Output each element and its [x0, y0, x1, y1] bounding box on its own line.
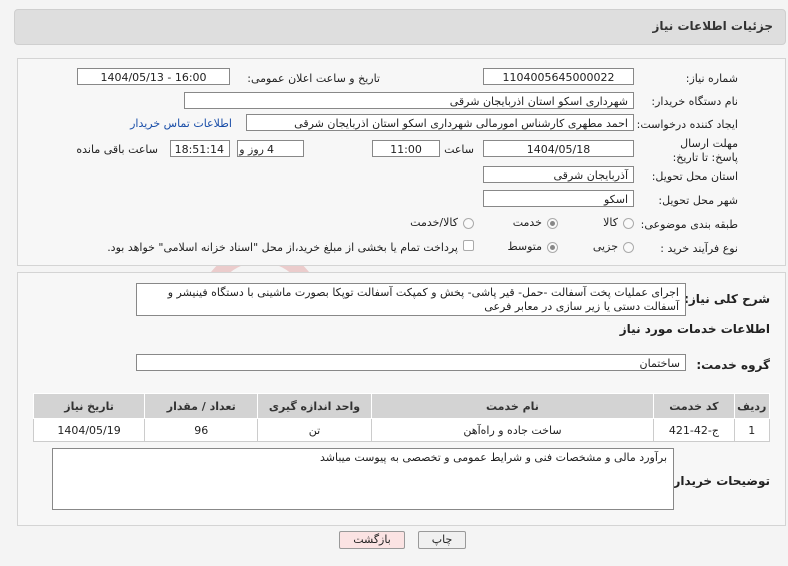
- cell-need-date: 1404/05/19: [32, 418, 146, 442]
- announce-field: 1404/05/13 - 16:00: [77, 68, 230, 85]
- service-group-field: ساختمان: [136, 354, 686, 371]
- category-label: طبقه بندی موضوعی:: [640, 218, 738, 231]
- category-option-goods-service: کالا/خدمت: [410, 216, 458, 229]
- city-label: شهر محل تحویل:: [658, 194, 738, 207]
- contact-info-link[interactable]: اطلاعات تماس خریدار: [130, 117, 232, 130]
- process-radio-medium[interactable]: [547, 242, 558, 253]
- days-label: روز و: [239, 143, 264, 156]
- deadline-date-field: 1404/05/18: [483, 140, 634, 157]
- category-radio-goods[interactable]: [623, 218, 634, 229]
- table-header-row: ردیف کد خدمت نام خدمت واحد اندازه گیری ت…: [32, 393, 771, 419]
- services-table: ردیف کد خدمت نام خدمت واحد اندازه گیری ت…: [32, 393, 771, 442]
- category-option-goods: کالا: [603, 216, 618, 229]
- col-row-number: ردیف: [733, 393, 771, 419]
- table-row: 1 ج-42-421 ساخت جاده و راه‌آهن تن 96 140…: [32, 418, 771, 442]
- process-option-minor: جزیی: [592, 240, 618, 253]
- col-need-date: تاریخ نیاز: [32, 393, 146, 419]
- need-number-field: 1104005645000022: [483, 68, 634, 85]
- summary-textarea: اجرای عملیات پخت آسفالت -حمل- قیر پاشی- …: [136, 283, 686, 316]
- services-heading: اطلاعات خدمات مورد نیاز: [619, 322, 770, 336]
- cell-unit: تن: [257, 418, 372, 442]
- page-title: جزئیات اطلاعات نیاز: [652, 19, 773, 33]
- remaining-label: ساعت باقی مانده: [76, 143, 158, 156]
- category-radio-goods-service[interactable]: [463, 218, 474, 229]
- col-service-code: کد خدمت: [653, 393, 735, 419]
- payment-note: پرداخت تمام یا بخشی از مبلغ خرید،از محل …: [107, 241, 458, 254]
- cell-service-name: ساخت جاده و راه‌آهن: [370, 418, 655, 442]
- summary-label: شرح کلی نیاز:: [684, 292, 770, 306]
- cell-service-code: ج-42-421: [653, 418, 735, 442]
- deadline-label: مهلت ارسال پاسخ: تا تاریخ:: [672, 137, 738, 164]
- back-button[interactable]: بازگشت: [339, 531, 405, 549]
- treasury-checkbox[interactable]: [463, 240, 474, 251]
- creator-field: احمد مطهری کارشناس امورمالی شهرداری اسکو…: [246, 114, 634, 131]
- col-quantity: تعداد / مقدار: [144, 393, 259, 419]
- buyer-field: شهرداری اسکو استان اذربایجان شرقی: [184, 92, 634, 109]
- col-unit: واحد اندازه گیری: [257, 393, 372, 419]
- city-field: اسکو: [483, 190, 634, 207]
- cell-quantity: 96: [144, 418, 259, 442]
- province-field: آذربایجان شرقی: [483, 166, 634, 183]
- creator-label: ایجاد کننده درخواست:: [636, 118, 738, 131]
- category-option-service: خدمت: [512, 216, 542, 229]
- category-radio-service[interactable]: [547, 218, 558, 229]
- announce-label: تاریخ و ساعت اعلان عمومی:: [247, 72, 380, 85]
- process-radio-minor[interactable]: [623, 242, 634, 253]
- buyer-notes-label: توضیحات خریدار:: [668, 474, 770, 488]
- buyer-notes-textarea: برآورد مالی و مشخصات فنی و شرایط عمومی و…: [52, 448, 674, 510]
- deadline-time-label: ساعت: [444, 143, 474, 156]
- process-label: نوع فرآیند خرید :: [660, 242, 738, 255]
- need-number-label: شماره نیاز:: [685, 72, 738, 85]
- service-group-label: گروه خدمت:: [696, 358, 770, 372]
- process-option-medium: متوسط: [507, 240, 542, 253]
- province-label: استان محل تحویل:: [651, 170, 738, 183]
- deadline-time-field: 11:00: [372, 140, 440, 157]
- buyer-label: نام دستگاه خریدار:: [651, 95, 738, 108]
- col-service-name: نام خدمت: [370, 393, 655, 419]
- cell-row-number: 1: [733, 418, 771, 442]
- page-header: جزئیات اطلاعات نیاز: [14, 9, 786, 45]
- print-button[interactable]: چاپ: [418, 531, 466, 549]
- remaining-time-field: 18:51:14: [170, 140, 230, 157]
